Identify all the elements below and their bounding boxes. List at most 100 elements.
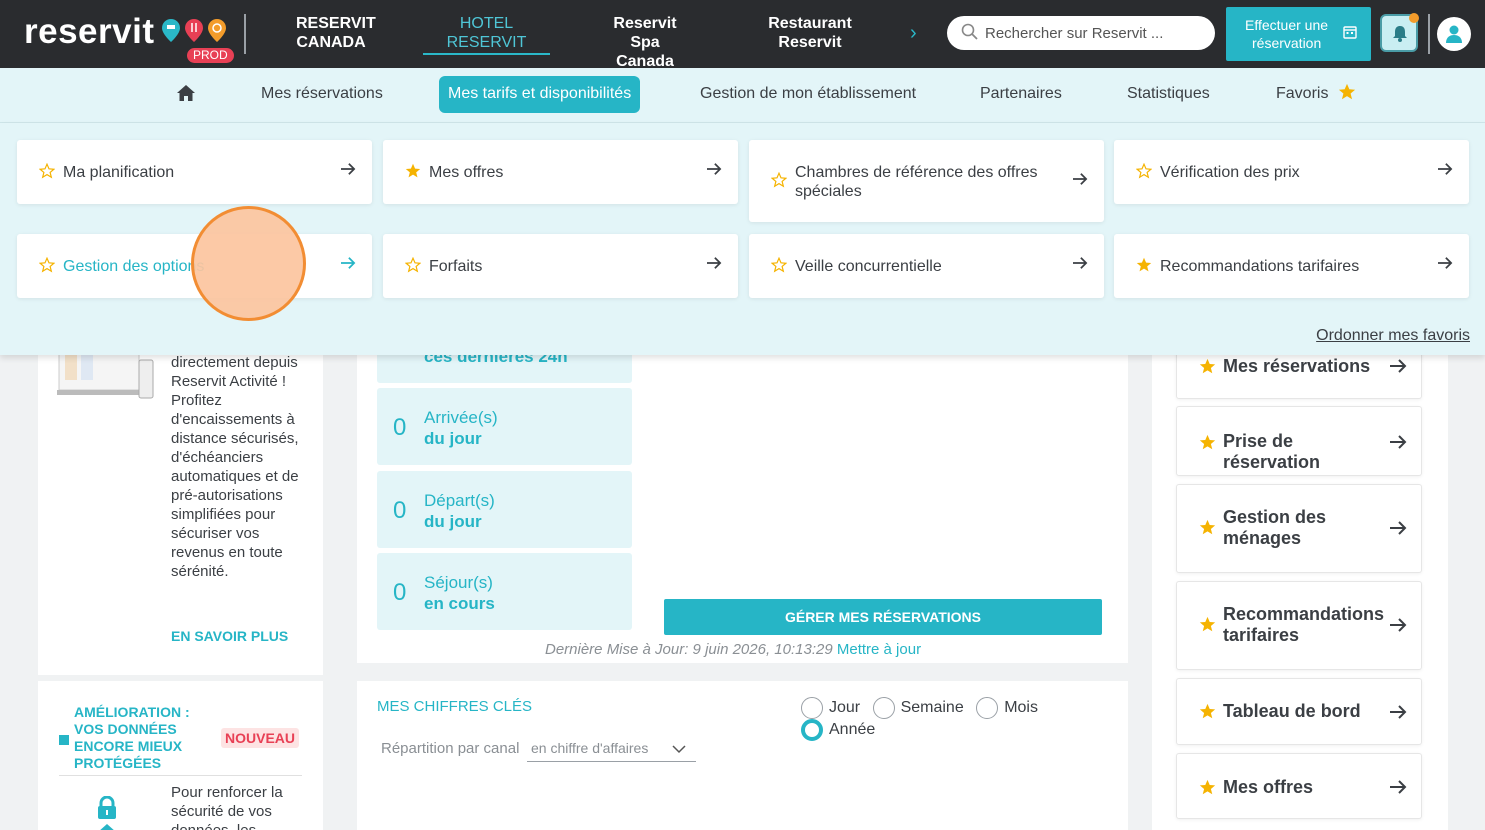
menu-card-forfaits[interactable]: Forfaits — [383, 234, 738, 298]
home-icon[interactable] — [176, 84, 196, 102]
key-figures-title: MES CHIFFRES CLÉS — [377, 698, 533, 715]
star-outline-icon[interactable] — [771, 257, 787, 273]
calendar-icon — [1343, 26, 1357, 39]
arrow-right-icon — [1390, 521, 1407, 535]
announcement-title: AMÉLIORATION : VOS DONNÉES ENCORE MIEUX … — [74, 704, 190, 771]
search-box[interactable] — [947, 16, 1215, 50]
menu-card-mes-offres[interactable]: Mes offres — [383, 140, 738, 204]
logo-pins-icon — [162, 19, 226, 42]
nav-statistiques[interactable]: Statistiques — [1127, 85, 1210, 103]
fav-label: Mes offres — [1223, 777, 1314, 797]
fav-tableau-de-bord[interactable]: Tableau de bord — [1176, 678, 1422, 745]
tab-reservit-canada[interactable]: RESERVIT CANADA — [296, 14, 376, 52]
divider — [1428, 14, 1430, 54]
fav-mes-offres[interactable]: Mes offres — [1176, 753, 1422, 819]
stat-card-stays[interactable]: 0 Séjour(s) en cours — [377, 553, 632, 630]
nav-mes-tarifs[interactable]: Mes tarifs et disponibilités — [439, 76, 641, 113]
breakdown-label: Répartition par canal — [381, 740, 520, 757]
learn-more-link[interactable]: EN SAVOIR PLUS — [171, 628, 288, 644]
menu-card-verification-prix[interactable]: Vérification des prix — [1114, 140, 1469, 204]
breakdown-select[interactable]: en chiffre d'affaires — [527, 740, 696, 762]
star-icon — [1199, 616, 1216, 632]
refresh-link[interactable]: Mettre à jour — [837, 641, 921, 658]
fav-label: Tableau de bord — [1223, 701, 1361, 721]
radio-jour[interactable]: Jour — [801, 697, 860, 719]
fav-label: Gestion des ménages — [1223, 507, 1327, 548]
star-filled-icon[interactable] — [1136, 257, 1152, 273]
star-outline-icon[interactable] — [39, 163, 55, 179]
make-reservation-button[interactable]: Effectuer une réservation — [1226, 7, 1371, 61]
radio-label: Jour — [829, 699, 861, 717]
star-icon — [1199, 779, 1216, 795]
star-outline-icon[interactable] — [771, 172, 787, 188]
arrow-right-icon — [707, 163, 722, 175]
star-outline-icon[interactable] — [1136, 163, 1152, 179]
radio-button[interactable] — [801, 697, 823, 719]
fav-label: Prise de réservation — [1223, 431, 1321, 472]
arrow-right-icon — [707, 257, 722, 269]
search-input[interactable] — [985, 16, 1207, 50]
menu-card-label: Recommandations tarifaires — [1160, 258, 1360, 275]
nav-gestion-etablissement[interactable]: Gestion de mon établissement — [700, 85, 916, 103]
nav-favoris-label: Favoris — [1276, 85, 1329, 102]
arrow-right-icon — [1438, 163, 1453, 175]
arrow-right-icon — [1438, 257, 1453, 269]
menu-card-label: Veille concurrentielle — [795, 258, 942, 275]
nav-partenaires[interactable]: Partenaires — [980, 85, 1062, 103]
radio-semaine[interactable]: Semaine — [872, 697, 964, 719]
arrow-right-icon — [1390, 359, 1407, 373]
stat-value: 0 — [393, 579, 407, 606]
menu-card-chambres-reference[interactable]: Chambres de référence des offres spécial… — [749, 140, 1104, 222]
fav-gestion-menages[interactable]: Gestion des ménages — [1176, 484, 1422, 573]
arrow-right-icon — [341, 257, 356, 269]
chevron-right-icon[interactable]: › — [910, 22, 917, 45]
nav-favoris[interactable]: Favoris — [1276, 83, 1356, 103]
top-bar: reservit PROD RESERVIT CANADA HOTEL RESE… — [0, 0, 1485, 71]
star-outline-icon[interactable] — [39, 257, 55, 273]
fav-prise-reservation[interactable]: Prise de réservation — [1176, 406, 1422, 476]
stat-card-arrivals[interactable]: 0 Arrivée(s) du jour — [377, 388, 632, 465]
arrow-right-icon — [341, 163, 356, 175]
select-value: en chiffre d'affaires — [531, 740, 649, 756]
stat-label: du jour — [424, 512, 482, 531]
menu-card-veille-concurrentielle[interactable]: Veille concurrentielle — [749, 234, 1104, 298]
radio-button-selected[interactable] — [801, 719, 823, 741]
radio-button[interactable] — [872, 697, 895, 719]
menu-card-label: Forfaits — [429, 258, 483, 275]
fav-label: Mes réservations — [1223, 356, 1371, 376]
tab-hotel-reservit[interactable]: HOTEL RESERVIT — [423, 14, 550, 55]
radio-annee[interactable]: Année — [801, 719, 875, 741]
star-outline-icon[interactable] — [405, 257, 421, 273]
fav-label: Recommandations tarifaires — [1223, 604, 1385, 645]
tab-reservit-spa[interactable]: Reservit Spa Canada — [598, 14, 692, 71]
star-icon — [1199, 519, 1216, 535]
radio-button[interactable] — [976, 697, 999, 719]
fav-recommandations[interactable]: Recommandations tarifaires — [1176, 581, 1422, 670]
tab-label: RESERVIT — [446, 34, 527, 51]
tab-restaurant[interactable]: Restaurant Reservit — [768, 14, 852, 52]
star-filled-icon[interactable] — [405, 163, 421, 179]
nav-mes-reservations[interactable]: Mes réservations — [261, 85, 383, 103]
user-account-button[interactable] — [1437, 17, 1471, 51]
menu-card-recommandations-tarifaires[interactable]: Recommandations tarifaires — [1114, 234, 1469, 298]
bullet-square — [59, 735, 69, 745]
star-icon — [1338, 83, 1356, 99]
new-badge: NOUVEAU — [221, 728, 300, 748]
radio-label: Mois — [1004, 699, 1038, 717]
menu-card-label: Mes offres — [429, 164, 504, 181]
key-figures-panel: MES CHIFFRES CLÉS Jour Semaine Mois Anné… — [357, 681, 1128, 830]
promo-text: directement depuis Reservit Activité ! P… — [171, 354, 299, 580]
tab-label: CANADA — [296, 34, 366, 51]
radio-mois[interactable]: Mois — [976, 697, 1038, 719]
divider — [59, 775, 302, 776]
manage-reservations-button[interactable]: GÉRER MES RÉSERVATIONS — [664, 599, 1102, 635]
menu-card-ma-planification[interactable]: Ma planification — [17, 140, 372, 204]
bell-icon — [1393, 26, 1407, 42]
main-nav: Mes réservations Mes tarifs et disponibi… — [0, 68, 1485, 123]
button-label: Effectuer une — [1245, 17, 1329, 33]
order-favorites-link[interactable]: Ordonner mes favoris — [1316, 327, 1470, 345]
stat-label: en cours — [424, 594, 495, 613]
reservit-logo[interactable]: reservit — [24, 12, 154, 52]
arrow-right-icon — [1073, 257, 1088, 269]
stat-card-departures[interactable]: 0 Départ(s) du jour — [377, 471, 632, 548]
